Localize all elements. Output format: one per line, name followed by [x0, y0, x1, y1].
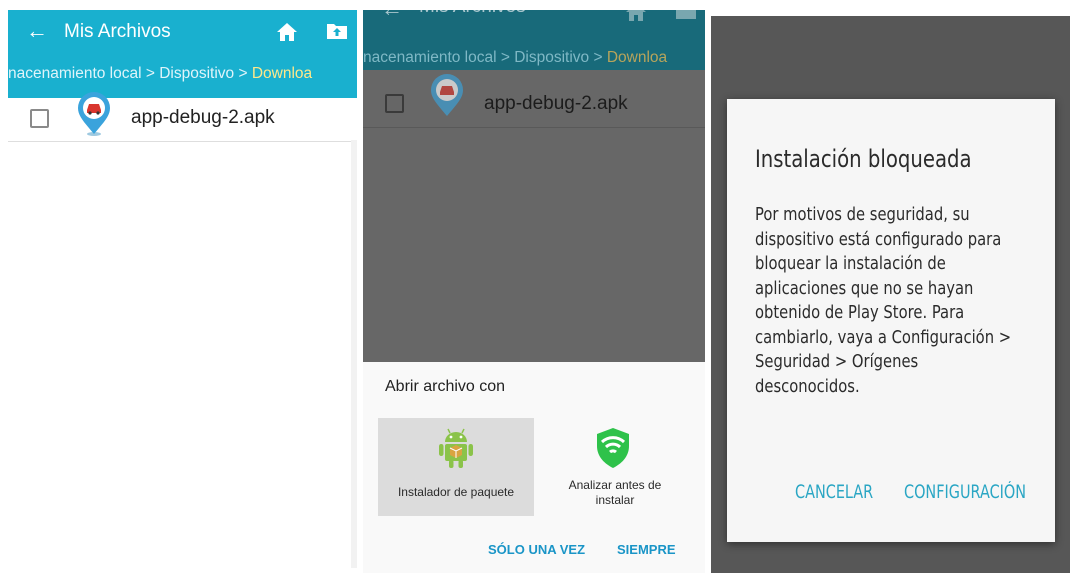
open-with-sheet: Abrir archivo con Instalador de paquete [363, 362, 705, 573]
option-package-installer[interactable]: Instalador de paquete [378, 418, 534, 516]
app-bar: ← Mis Archivos nacenamiento local > Disp… [8, 10, 357, 98]
back-arrow-icon[interactable]: ← [26, 18, 48, 44]
app-title: Mis Archivos [419, 10, 526, 18]
breadcrumb[interactable]: nacenamiento local > Dispositivo > Downl… [8, 63, 357, 85]
open-with-panel: ← Mis Archivos nacenamiento local > Disp… [363, 10, 705, 573]
file-checkbox[interactable] [30, 109, 49, 128]
sheet-title: Abrir archivo con [385, 378, 506, 395]
app-bar-dimmed: ← Mis Archivos nacenamiento local > Disp… [363, 10, 705, 70]
back-arrow-icon: ← [381, 10, 403, 22]
file-name: app-debug-2.apk [131, 107, 275, 128]
breadcrumb-path: nacenamiento local > Dispositivo > [363, 49, 607, 66]
file-name: app-debug-2.apk [484, 93, 628, 114]
option-label: Instalador de paquete [397, 485, 515, 499]
option-label: Analizar antes de instalar [568, 478, 662, 507]
dialog-title: Instalación bloqueada [755, 145, 972, 173]
folder-upload-icon [676, 10, 696, 19]
file-row[interactable]: app-debug-2.apk [8, 92, 357, 142]
file-checkbox [385, 94, 404, 113]
install-blocked-panel: Instalación bloqueada Por motivos de seg… [711, 16, 1070, 573]
settings-button[interactable]: CONFIGURACIÓN [904, 482, 1026, 503]
breadcrumb-path[interactable]: nacenamiento local > Dispositivo > [8, 65, 252, 82]
breadcrumb: nacenamiento local > Dispositivo > Downl… [363, 47, 705, 69]
dialog-message: Por motivos de seguridad, su dispositivo… [755, 204, 1012, 397]
breadcrumb-current[interactable]: Downloa [252, 65, 312, 82]
cancel-button[interactable]: CANCELAR [795, 482, 873, 503]
folder-upload-icon[interactable] [326, 22, 348, 40]
app-title: Mis Archivos [64, 21, 171, 42]
home-icon[interactable] [276, 22, 298, 42]
install-blocked-dialog: Instalación bloqueada Por motivos de seg… [727, 99, 1055, 542]
home-icon [626, 10, 646, 21]
file-manager-panel: ← Mis Archivos nacenamiento local > Disp… [8, 10, 357, 568]
file-row: app-debug-2.apk [363, 70, 705, 128]
always-button[interactable]: SIEMPRE [617, 542, 676, 557]
map-pin-car-icon [431, 74, 463, 116]
breadcrumb-current: Downloa [606, 49, 668, 66]
android-icon [439, 428, 473, 468]
map-pin-car-icon [78, 92, 110, 136]
wifi-shield-icon [597, 428, 629, 468]
scrollbar[interactable] [351, 140, 357, 568]
just-once-button[interactable]: SÓLO UNA VEZ [488, 542, 585, 557]
option-scan-before-install[interactable]: Analizar antes de instalar [535, 418, 691, 516]
